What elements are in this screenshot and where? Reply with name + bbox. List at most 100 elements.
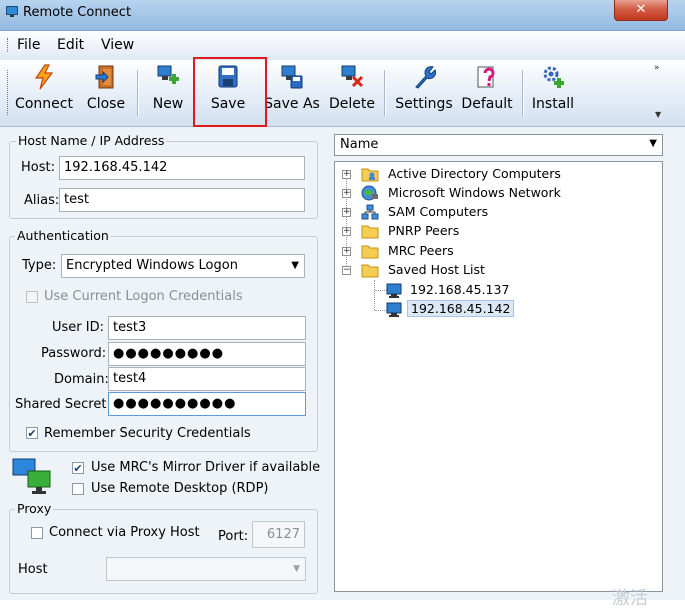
proxy-port-input[interactable]: 6127 <box>252 521 305 548</box>
wrench-icon <box>415 66 436 89</box>
checkmark-icon: ✔ <box>27 427 37 440</box>
saved-host-item[interactable]: 192.168.45.137 <box>386 282 526 300</box>
tree-node-windows-network[interactable]: + Microsoft Windows Network <box>342 185 602 203</box>
auth-type-select[interactable]: Encrypted Windows Logon ▼ <box>61 254 305 278</box>
question-document-icon <box>477 66 495 88</box>
use-current-credentials-label: Use Current Logon Credentials <box>44 289 243 304</box>
tree-node-label: Microsoft Windows Network <box>388 185 561 200</box>
proxy-group-title: Proxy <box>15 501 54 516</box>
view-name-select[interactable]: Name ▼ <box>334 134 663 156</box>
menu-view[interactable]: View <box>101 37 134 53</box>
save-as-button[interactable]: Save As <box>259 64 325 120</box>
checkmark-icon: ✔ <box>73 462 83 475</box>
alias-input[interactable]: test <box>59 188 305 212</box>
userid-input[interactable]: test3 <box>108 316 306 340</box>
saved-host-item-selected[interactable]: 192.168.45.142 <box>386 300 515 319</box>
computer-icon <box>386 302 402 317</box>
toolbar-overflow-icon[interactable]: » <box>654 63 660 73</box>
connect-via-proxy-checkbox[interactable] <box>31 527 43 539</box>
expand-icon[interactable]: + <box>342 227 351 236</box>
computer-save-as-icon <box>281 65 303 89</box>
install-label: Install <box>531 96 575 112</box>
authentication-group-title: Authentication <box>15 228 111 243</box>
connect-button[interactable]: Connect <box>13 64 75 120</box>
settings-button[interactable]: Settings <box>392 64 456 120</box>
auth-type-value: Encrypted Windows Logon <box>66 258 238 273</box>
globe-network-icon <box>361 185 378 201</box>
mirror-driver-label: Use MRC's Mirror Driver if available <box>91 460 321 475</box>
toolbar-grip[interactable] <box>7 70 10 115</box>
host-label: Host: <box>21 160 55 175</box>
expand-icon[interactable]: + <box>342 170 351 179</box>
saved-host-label: 192.168.45.137 <box>410 282 510 297</box>
tree-node-pnrp-peers[interactable]: + PNRP Peers <box>342 223 602 241</box>
chevron-down-icon: ▼ <box>291 260 299 271</box>
toolbar-separator <box>522 70 524 116</box>
new-button[interactable]: New <box>148 64 188 120</box>
type-label: Type: <box>22 258 57 273</box>
save-as-label: Save As <box>264 96 320 112</box>
chevron-down-icon: ▼ <box>649 138 657 149</box>
use-current-credentials-checkbox[interactable] <box>26 291 38 303</box>
default-button[interactable]: Default <box>459 64 515 120</box>
remote-desktop-label: Use Remote Desktop (RDP) <box>91 481 269 496</box>
delete-button[interactable]: Delete <box>327 64 377 120</box>
domain-label: Domain: <box>54 372 109 387</box>
network-icon <box>361 204 379 220</box>
expand-icon[interactable]: + <box>342 208 351 217</box>
menu-grip[interactable] <box>7 38 10 52</box>
proxy-host-label: Host <box>18 562 48 577</box>
tree-node-sam-computers[interactable]: + SAM Computers <box>342 204 602 222</box>
password-label: Password: <box>41 346 107 361</box>
tree-node-label: SAM Computers <box>388 204 489 219</box>
chevron-down-icon: ▼ <box>293 564 300 574</box>
tree-node-active-directory[interactable]: + Active Directory Computers <box>342 166 602 184</box>
tree-node-label: MRC Peers <box>388 243 454 258</box>
collapse-icon[interactable]: − <box>342 266 351 275</box>
remember-credentials-checkbox[interactable]: ✔ <box>26 427 38 439</box>
folder-icon <box>361 245 379 259</box>
tree-node-saved-host-list[interactable]: − Saved Host List <box>342 262 602 280</box>
shared-secret-input[interactable]: ●●●●●●●●●● <box>108 392 306 416</box>
tree-node-label: Active Directory Computers <box>388 166 561 181</box>
folder-icon <box>361 225 379 239</box>
save-highlight-box <box>193 57 267 127</box>
password-input[interactable]: ●●●●●●●●● <box>108 342 306 366</box>
host-group-title: Host Name / IP Address <box>16 133 167 148</box>
new-label: New <box>152 96 184 112</box>
view-name-value: Name <box>340 137 379 152</box>
lightning-icon <box>34 64 54 90</box>
proxy-host-select[interactable]: ▼ <box>106 557 306 581</box>
computers-display-icon <box>12 457 52 500</box>
connect-via-proxy-label: Connect via Proxy Host <box>49 525 200 540</box>
install-button[interactable]: Install <box>530 64 576 120</box>
port-label: Port: <box>218 529 249 544</box>
menu-edit[interactable]: Edit <box>57 37 84 53</box>
remember-credentials-label: Remember Security Credentials <box>44 426 251 441</box>
host-input[interactable]: 192.168.45.142 <box>59 156 305 180</box>
toolbar-options-arrow-icon[interactable]: ▼ <box>655 110 661 119</box>
tree-node-label: PNRP Peers <box>388 223 460 238</box>
close-window-button[interactable]: ✕ <box>614 0 668 21</box>
expand-icon[interactable]: + <box>342 189 351 198</box>
computer-icon <box>386 283 402 298</box>
settings-label: Settings <box>395 96 453 112</box>
connect-label: Connect <box>15 96 73 112</box>
gear-add-icon <box>543 66 564 88</box>
toolbar-separator <box>137 70 139 116</box>
close-connection-button[interactable]: Close <box>82 64 130 120</box>
tree-node-mrc-peers[interactable]: + MRC Peers <box>342 243 602 261</box>
shared-secret-label: Shared Secret: <box>15 397 111 412</box>
domain-input[interactable]: test4 <box>108 367 306 391</box>
computer-add-icon <box>157 65 179 84</box>
menu-file[interactable]: File <box>17 37 40 53</box>
tree-node-label: Saved Host List <box>388 262 485 277</box>
tree-connector <box>374 280 375 310</box>
folder-icon <box>361 264 379 278</box>
door-exit-icon <box>95 65 114 89</box>
mirror-driver-checkbox[interactable]: ✔ <box>72 462 84 474</box>
remote-desktop-checkbox[interactable] <box>72 483 84 495</box>
alias-label: Alias: <box>24 193 60 208</box>
expand-icon[interactable]: + <box>342 247 351 256</box>
delete-label: Delete <box>329 96 375 112</box>
